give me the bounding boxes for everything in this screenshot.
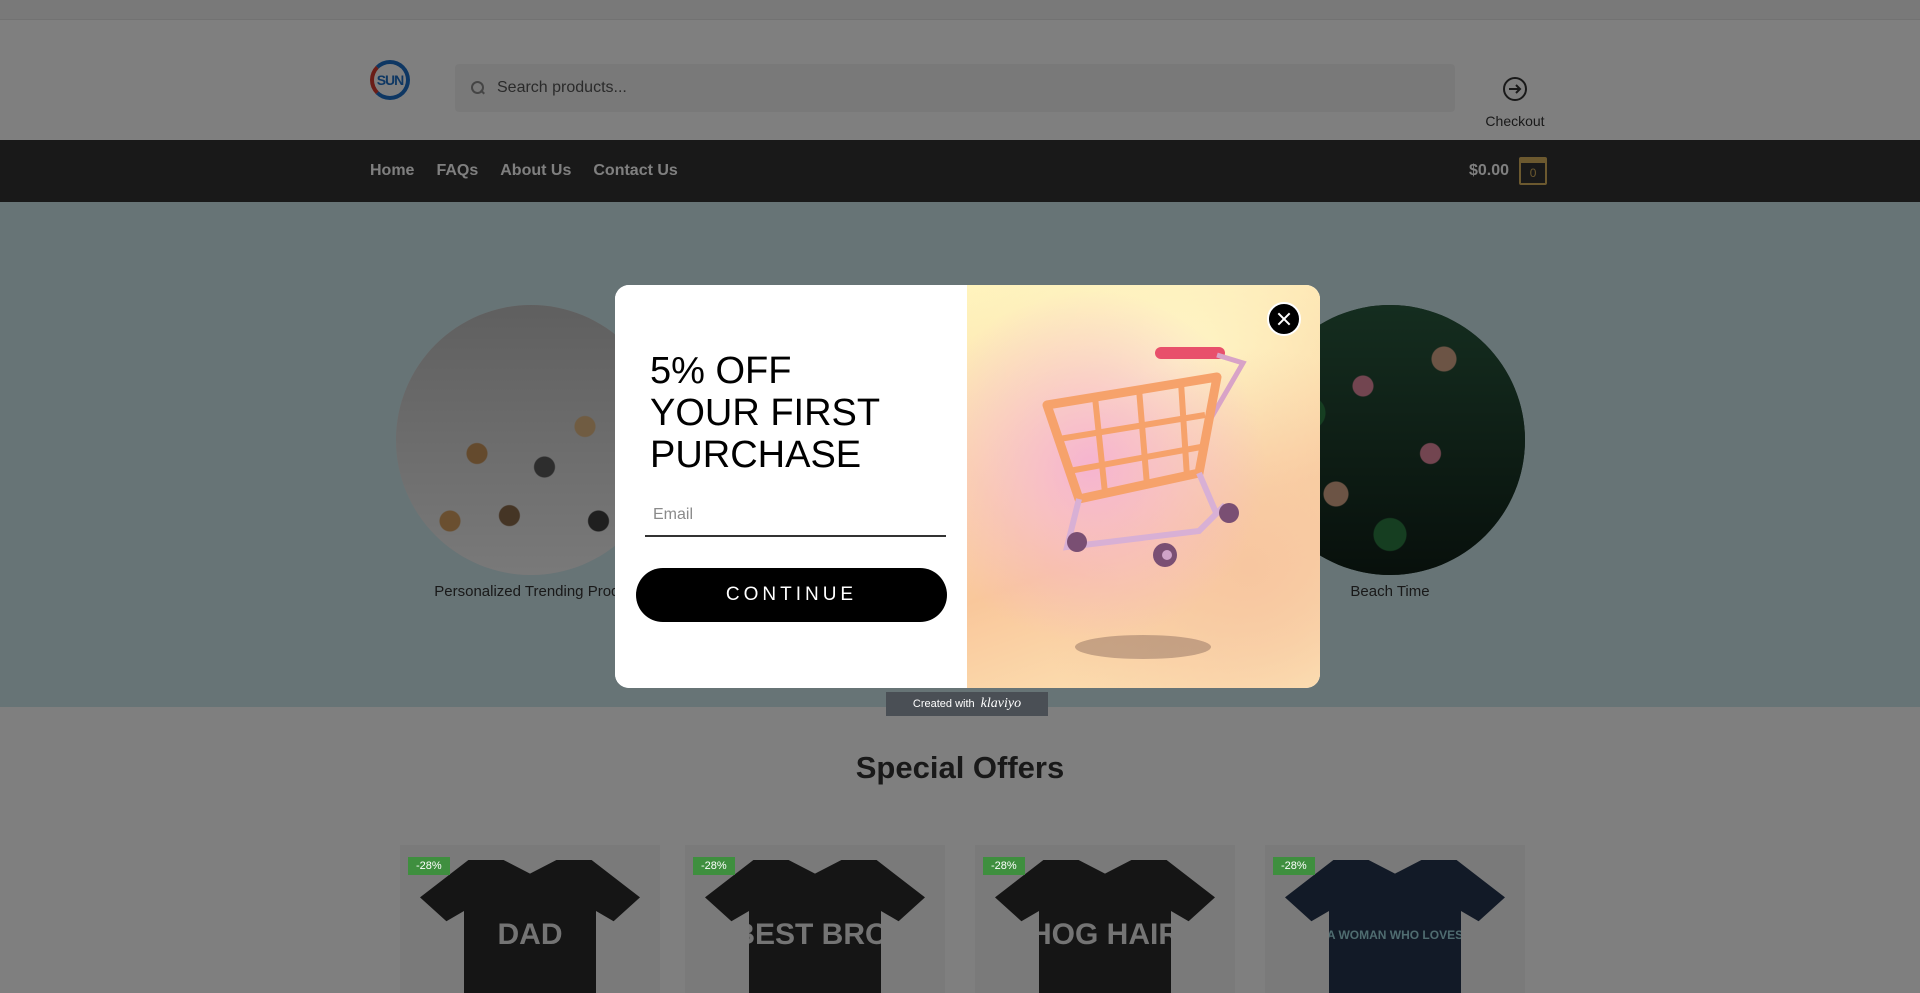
continue-button[interactable]: CONTINUE <box>636 568 947 622</box>
popup-image-panel <box>967 285 1320 688</box>
klaviyo-prefix: Created with <box>912 698 975 710</box>
popup-heading-line-1: 5% OFF <box>650 350 792 392</box>
klaviyo-credit[interactable]: Created with klaviyo <box>886 692 1048 716</box>
discount-badge: -28% <box>408 857 450 875</box>
popup-form-panel: 5% OFF YOUR FIRST PURCHASE CONTINUE <box>615 285 967 688</box>
klaviyo-logo: klaviyo <box>980 696 1022 711</box>
popup-heading: 5% OFF YOUR FIRST PURCHASE <box>650 350 880 476</box>
discount-popup: 5% OFF YOUR FIRST PURCHASE CONTINUE <box>615 285 1320 688</box>
email-field[interactable] <box>645 495 946 537</box>
popup-heading-line-3: PURCHASE <box>650 434 862 476</box>
discount-badge: -28% <box>1273 857 1315 875</box>
shopping-cart-illustration <box>1042 347 1247 659</box>
discount-badge: -28% <box>693 857 735 875</box>
close-icon[interactable] <box>1267 302 1301 336</box>
popup-heading-line-2: YOUR FIRST <box>650 392 881 434</box>
discount-badge: -28% <box>983 857 1025 875</box>
